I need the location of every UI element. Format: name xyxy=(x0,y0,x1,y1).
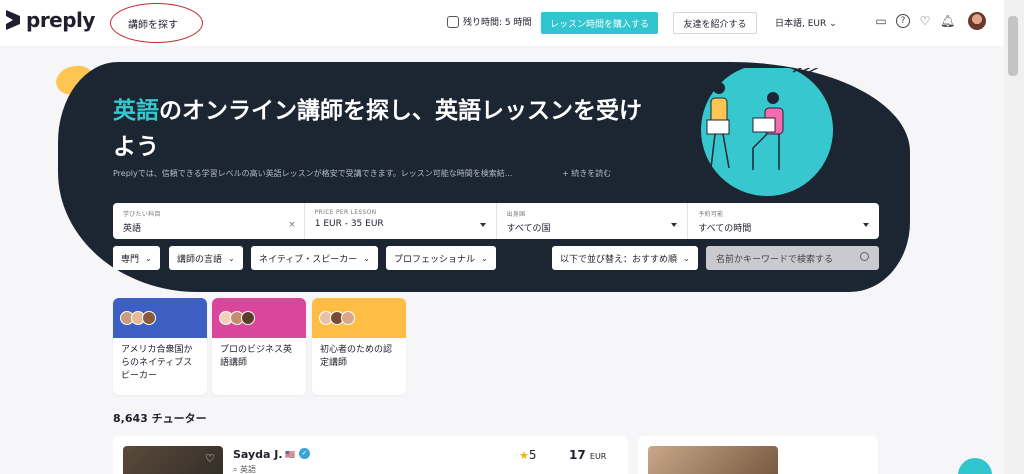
native-speaker-dropdown[interactable]: ネイティブ・スピーカー ⌄ xyxy=(251,246,378,270)
hero-title: 英語のオンライン講師を探し、英語レッスンを受けよう xyxy=(113,93,653,165)
support-chat-icon[interactable] xyxy=(958,458,992,474)
star-icon: ★ xyxy=(519,449,529,462)
card-label: 初心者のための認定講師 xyxy=(320,345,393,368)
chevron-down-icon: ⌄ xyxy=(228,253,235,263)
preply-logo-mark-icon xyxy=(6,10,20,30)
chevron-down-icon: ⌄ xyxy=(145,253,152,263)
notifications-icon[interactable]: 🔔︎ xyxy=(940,14,955,28)
favorites-icon[interactable]: ♡ xyxy=(918,14,932,28)
country-flag-icon: 🇺🇸 xyxy=(285,450,295,459)
country-filter-value: すべての国 xyxy=(506,224,551,234)
caret-down-icon xyxy=(479,223,486,227)
tutor-video-card[interactable] xyxy=(638,436,878,474)
subject-filter-label: 学びたい科目 xyxy=(123,211,161,218)
clear-icon[interactable]: × xyxy=(288,220,296,230)
language-currency-selector[interactable]: 日本語, EUR ⌄ xyxy=(775,16,837,29)
country-filter-label: 出身国 xyxy=(506,211,526,218)
category-card-business[interactable]: プロのビジネス英語講師 xyxy=(212,298,306,395)
availability-filter-label: 予約可能 xyxy=(698,211,724,218)
tutor-language-label: 講師の言語 xyxy=(177,254,223,265)
remaining-hours-text: 残り時間: 5 時間 xyxy=(463,18,532,28)
filter-bar: 学びたい科目 英語 × PRICE PER LESSON 1 EUR - 35 … xyxy=(113,203,879,239)
tutor-face-icon xyxy=(142,311,156,325)
annotation-circle xyxy=(110,3,203,43)
invite-friend-button[interactable]: 友達を紹介する xyxy=(673,12,757,34)
buy-lesson-hours-button[interactable]: レッスン時間を購入する xyxy=(541,12,658,34)
tutor-face-icon xyxy=(341,311,355,325)
card-header xyxy=(312,298,406,338)
card-header xyxy=(212,298,306,338)
chevron-down-icon: ⌄ xyxy=(829,19,837,29)
professional-label: プロフェッショナル xyxy=(394,254,476,265)
tutor-card[interactable]: ♡ Sayda J. 🇺🇸 ✓ ⌕ 英語 ★5 17 EUR xyxy=(113,436,628,474)
chat-icon[interactable]: ▭ xyxy=(874,14,888,28)
chevron-down-icon: ⌄ xyxy=(363,253,370,263)
category-card-beginner[interactable]: 初心者のための認定講師 xyxy=(312,298,406,395)
top-navigation-bar: preply 講師を探す 残り時間: 5 時間 レッスン時間を購入する 友達を紹… xyxy=(0,0,1004,46)
card-label: アメリカ合衆国からのネイティブスピーカー xyxy=(121,345,193,381)
availability-filter[interactable]: 予約可能 すべての時間 xyxy=(688,203,879,239)
tutor-price: 17 EUR xyxy=(569,448,606,462)
native-speaker-label: ネイティブ・スピーカー xyxy=(259,254,358,265)
availability-filter-value: すべての時間 xyxy=(698,224,752,234)
card-header xyxy=(113,298,207,338)
specialty-label: 専門 xyxy=(121,254,140,265)
tutor-count: 8,643 チューター xyxy=(113,412,207,425)
remaining-hours[interactable]: 残り時間: 5 時間 xyxy=(447,15,531,28)
read-more-link[interactable]: + 続きを読む xyxy=(562,168,611,179)
subject-filter-value: 英語 xyxy=(123,224,142,234)
scrollbar-thumb[interactable] xyxy=(1008,16,1018,76)
country-filter[interactable]: 出身国 すべての国 xyxy=(497,203,689,239)
preply-logo[interactable]: preply xyxy=(6,8,95,32)
language-currency-text: 日本語, EUR xyxy=(775,19,827,29)
avatar[interactable] xyxy=(968,12,986,30)
caret-down-icon xyxy=(863,223,869,227)
hero-description: Preplyでは、信頼できる学習レベルの高い英語レッスンが格安で受講できます。レ… xyxy=(113,169,513,178)
logo-text: preply xyxy=(26,8,95,32)
chevron-down-icon: ⌄ xyxy=(481,253,488,263)
professional-dropdown[interactable]: プロフェッショナル ⌄ xyxy=(386,246,496,270)
favorite-heart-icon[interactable]: ♡ xyxy=(205,452,215,465)
search-icon xyxy=(860,252,869,261)
hero-title-rest: のオンライン講師を探し、英語レッスンを受けよう xyxy=(113,98,642,160)
search-input[interactable]: 名前かキーワードで検索する xyxy=(706,246,879,270)
specialty-dropdown[interactable]: 専門 ⌄ xyxy=(113,246,160,270)
sort-label: 以下で並び替え：おすすめ順 xyxy=(560,254,678,265)
help-icon[interactable]: ? xyxy=(896,14,910,28)
video-thumbnail[interactable] xyxy=(648,446,778,474)
sort-dropdown[interactable]: 以下で並び替え：おすすめ順 ⌄ xyxy=(552,246,698,270)
price-filter-value: 1 EUR - 35 EUR xyxy=(314,219,384,229)
page: preply 講師を探す 残り時間: 5 時間 レッスン時間を購入する 友達を紹… xyxy=(0,0,1024,474)
tutor-subject: ⌕ 英語 xyxy=(233,465,257,474)
price-filter-label: PRICE PER LESSON xyxy=(314,209,377,216)
tutor-name[interactable]: Sayda J. xyxy=(233,448,283,461)
calendar-icon xyxy=(447,15,459,28)
subject-filter[interactable]: 学びたい科目 英語 × xyxy=(113,203,305,239)
card-label: プロのビジネス英語講師 xyxy=(220,345,293,368)
tutor-face-icon xyxy=(241,311,255,325)
price-filter[interactable]: PRICE PER LESSON 1 EUR - 35 EUR xyxy=(305,203,497,239)
tutor-price-currency: EUR xyxy=(589,452,607,461)
verified-badge-icon: ✓ xyxy=(299,448,310,459)
tutor-price-value: 17 xyxy=(569,448,586,462)
search-placeholder: 名前かキーワードで検索する xyxy=(716,254,834,265)
tutor-rating: ★5 xyxy=(519,448,537,462)
caret-down-icon xyxy=(671,223,678,227)
tutor-language-dropdown[interactable]: 講師の言語 ⌄ xyxy=(169,246,243,270)
chevron-down-icon: ⌄ xyxy=(683,253,690,263)
tutor-subject-text: 英語 xyxy=(240,465,257,474)
hero-illustration xyxy=(656,68,833,196)
tutor-rating-value: 5 xyxy=(528,448,537,462)
hero-title-highlight: 英語 xyxy=(113,98,159,124)
category-card-us-native[interactable]: アメリカ合衆国からのネイティブスピーカー xyxy=(113,298,207,395)
